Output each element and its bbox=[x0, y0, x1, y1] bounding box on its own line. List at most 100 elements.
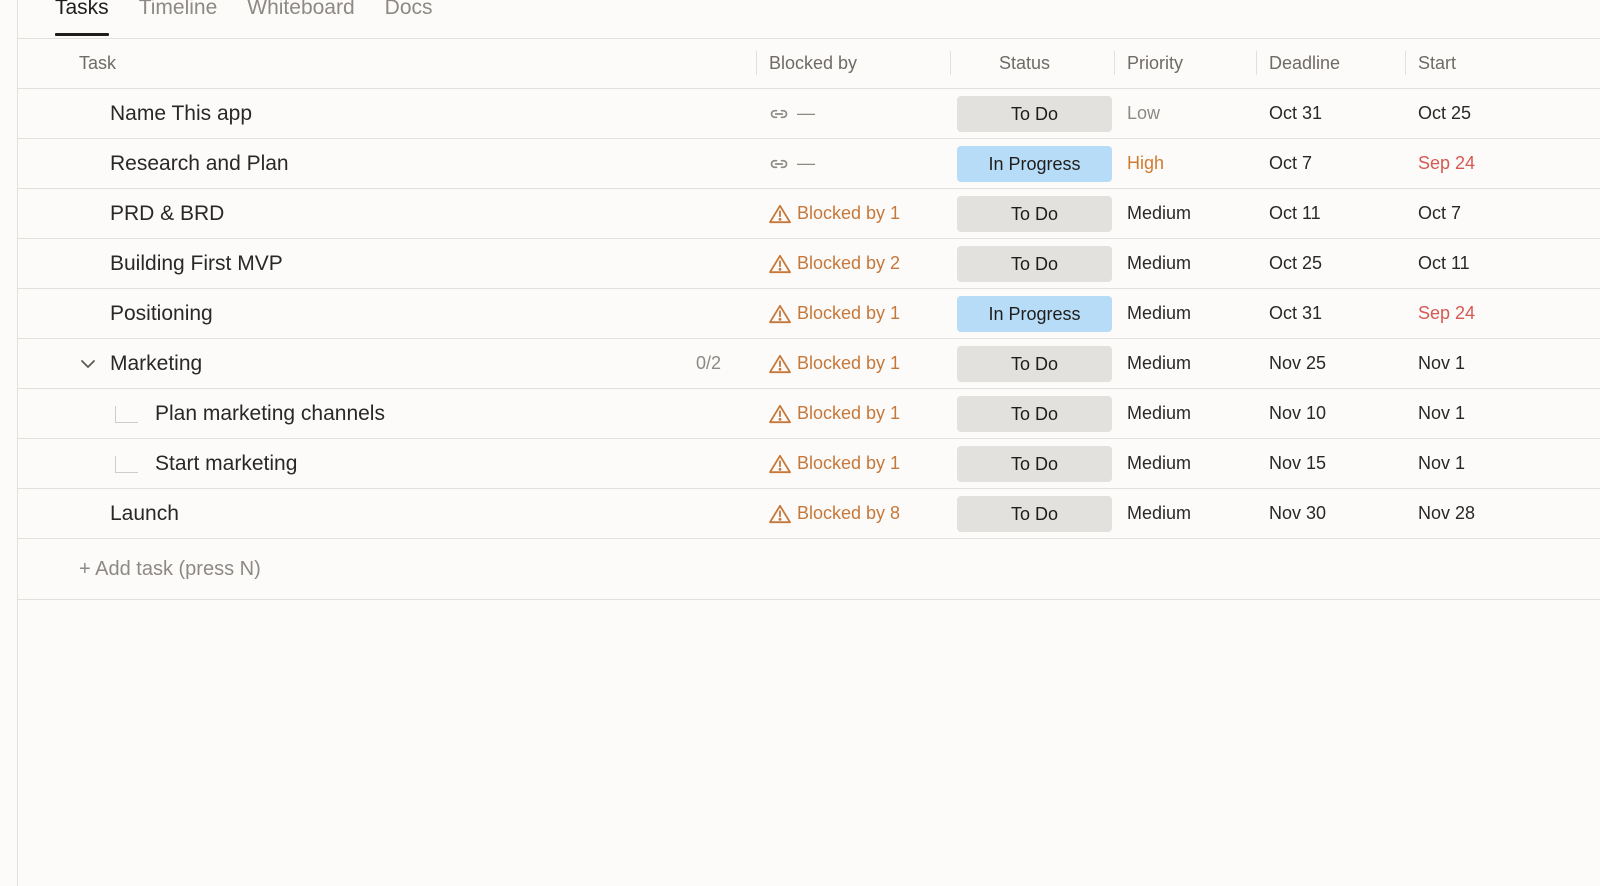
blocked-by-text: Blocked by 1 bbox=[797, 353, 901, 373]
blocked-by-text: Blocked by 2 bbox=[797, 253, 901, 273]
start-date[interactable]: Nov 1 bbox=[1418, 389, 1465, 438]
priority-value[interactable]: Low bbox=[1127, 89, 1160, 138]
deadline-date[interactable]: Oct 31 bbox=[1269, 89, 1322, 138]
task-row-9[interactable]: Launch Blocked by 8 To Do Medium Nov 30 … bbox=[18, 489, 1600, 539]
deadline-date[interactable]: Oct 7 bbox=[1269, 139, 1312, 188]
start-date[interactable]: Sep 24 bbox=[1418, 289, 1475, 338]
blocked-by-cell[interactable]: Blocked by 8 bbox=[769, 489, 900, 538]
column-divider bbox=[1405, 51, 1406, 75]
view-tabs: Tasks Timeline Whiteboard Docs bbox=[55, 0, 433, 38]
deadline-date[interactable]: Nov 25 bbox=[1269, 339, 1326, 388]
warning-icon bbox=[769, 254, 791, 274]
task-row-8[interactable]: Start marketing Blocked by 1 To Do Mediu… bbox=[18, 439, 1600, 489]
start-date[interactable]: Oct 11 bbox=[1418, 239, 1470, 288]
task-row-5[interactable]: Positioning Blocked by 1 In Progress Med… bbox=[18, 289, 1600, 339]
task-row-4[interactable]: Building First MVP Blocked by 2 To Do Me… bbox=[18, 239, 1600, 289]
blocked-by-cell[interactable]: Blocked by 1 bbox=[769, 339, 900, 388]
deadline-date[interactable]: Oct 11 bbox=[1269, 189, 1321, 238]
blocked-by-cell[interactable]: Blocked by 1 bbox=[769, 439, 900, 488]
column-header-start[interactable]: Start bbox=[1418, 39, 1456, 88]
blocked-by-cell[interactable]: — bbox=[769, 139, 815, 188]
task-name[interactable]: Name This app bbox=[110, 89, 252, 138]
blocked-by-cell[interactable]: Blocked by 1 bbox=[769, 189, 900, 238]
blocked-by-cell[interactable]: Blocked by 1 bbox=[769, 389, 900, 438]
tab-tasks[interactable]: Tasks bbox=[55, 0, 109, 38]
blocked-by-text: Blocked by 1 bbox=[797, 203, 901, 223]
blocked-by-cell[interactable]: Blocked by 2 bbox=[769, 239, 900, 288]
task-name[interactable]: PRD & BRD bbox=[110, 189, 224, 238]
add-task-row: + Add task (press N) bbox=[18, 539, 1600, 600]
status-badge[interactable]: To Do bbox=[957, 446, 1112, 482]
priority-value[interactable]: Medium bbox=[1127, 389, 1191, 438]
chevron-down-icon[interactable] bbox=[78, 339, 98, 388]
blocked-by-text: — bbox=[797, 103, 815, 123]
column-header-blocked-by[interactable]: Blocked by bbox=[769, 39, 857, 88]
priority-value[interactable]: Medium bbox=[1127, 439, 1191, 488]
warning-icon bbox=[769, 404, 791, 424]
column-divider bbox=[1256, 51, 1257, 75]
blocked-by-cell[interactable]: — bbox=[769, 89, 815, 138]
task-name[interactable]: Building First MVP bbox=[110, 239, 283, 288]
deadline-date[interactable]: Nov 30 bbox=[1269, 489, 1326, 538]
subtask-connector bbox=[115, 456, 138, 473]
deadline-date[interactable]: Oct 25 bbox=[1269, 239, 1322, 288]
task-name[interactable]: Launch bbox=[110, 489, 179, 538]
task-name[interactable]: Research and Plan bbox=[110, 139, 289, 188]
priority-value[interactable]: High bbox=[1127, 139, 1164, 188]
status-badge[interactable]: To Do bbox=[957, 246, 1112, 282]
task-name[interactable]: Positioning bbox=[110, 289, 213, 338]
task-row-6[interactable]: Marketing Blocked by 1 To Do Medium Nov … bbox=[18, 339, 1600, 389]
warning-icon bbox=[769, 204, 791, 224]
deadline-date[interactable]: Nov 15 bbox=[1269, 439, 1326, 488]
link-icon bbox=[769, 154, 789, 174]
warning-icon bbox=[769, 354, 791, 374]
task-row-3[interactable]: PRD & BRD Blocked by 1 To Do Medium Oct … bbox=[18, 189, 1600, 239]
column-header-deadline[interactable]: Deadline bbox=[1269, 39, 1340, 88]
column-header-task[interactable]: Task bbox=[79, 39, 116, 88]
priority-value[interactable]: Medium bbox=[1127, 289, 1191, 338]
column-divider bbox=[950, 51, 951, 75]
add-task-button[interactable]: + Add task (press N) bbox=[79, 539, 261, 599]
tab-timeline[interactable]: Timeline bbox=[139, 0, 218, 38]
start-date[interactable]: Oct 7 bbox=[1418, 189, 1461, 238]
start-date[interactable]: Sep 24 bbox=[1418, 139, 1475, 188]
status-badge[interactable]: To Do bbox=[957, 196, 1112, 232]
task-rows: Name This app — To Do Low Oct 31 Oct 25 … bbox=[18, 89, 1600, 539]
column-divider bbox=[756, 51, 757, 75]
blocked-by-cell[interactable]: Blocked by 1 bbox=[769, 289, 900, 338]
start-date[interactable]: Oct 25 bbox=[1418, 89, 1471, 138]
task-name[interactable]: Marketing bbox=[110, 339, 202, 388]
priority-value[interactable]: Medium bbox=[1127, 239, 1191, 288]
column-header-status[interactable]: Status bbox=[999, 39, 1050, 88]
tab-whiteboard[interactable]: Whiteboard bbox=[247, 0, 354, 38]
status-badge[interactable]: To Do bbox=[957, 346, 1112, 382]
status-badge[interactable]: To Do bbox=[957, 396, 1112, 432]
priority-value[interactable]: Medium bbox=[1127, 189, 1191, 238]
blocked-by-text: Blocked by 1 bbox=[797, 403, 901, 423]
status-badge[interactable]: In Progress bbox=[957, 146, 1112, 182]
priority-value[interactable]: Medium bbox=[1127, 339, 1191, 388]
task-name[interactable]: Plan marketing channels bbox=[155, 389, 385, 438]
task-row-1[interactable]: Name This app — To Do Low Oct 31 Oct 25 bbox=[18, 89, 1600, 139]
subtask-count: 0/2 bbox=[696, 353, 722, 373]
deadline-date[interactable]: Oct 31 bbox=[1269, 289, 1322, 338]
start-date[interactable]: Nov 1 bbox=[1418, 339, 1465, 388]
task-row-7[interactable]: Plan marketing channels Blocked by 1 To … bbox=[18, 389, 1600, 439]
table-header: Task Blocked by Status Priority Deadline… bbox=[18, 39, 1600, 89]
start-date[interactable]: Nov 28 bbox=[1418, 489, 1475, 538]
task-name[interactable]: Start marketing bbox=[155, 439, 297, 488]
status-badge[interactable]: To Do bbox=[957, 96, 1112, 132]
subtask-connector bbox=[115, 406, 138, 423]
deadline-date[interactable]: Nov 10 bbox=[1269, 389, 1326, 438]
start-date[interactable]: Nov 1 bbox=[1418, 439, 1465, 488]
status-badge[interactable]: In Progress bbox=[957, 296, 1112, 332]
tab-docs[interactable]: Docs bbox=[385, 0, 433, 38]
status-badge[interactable]: To Do bbox=[957, 496, 1112, 532]
task-row-2[interactable]: Research and Plan — In Progress High Oct… bbox=[18, 139, 1600, 189]
column-header-priority[interactable]: Priority bbox=[1127, 39, 1183, 88]
link-icon bbox=[769, 104, 789, 124]
blocked-by-text: Blocked by 8 bbox=[797, 503, 901, 523]
priority-value[interactable]: Medium bbox=[1127, 489, 1191, 538]
blocked-by-text: — bbox=[797, 153, 815, 173]
task-table: Task Blocked by Status Priority Deadline… bbox=[18, 39, 1600, 600]
